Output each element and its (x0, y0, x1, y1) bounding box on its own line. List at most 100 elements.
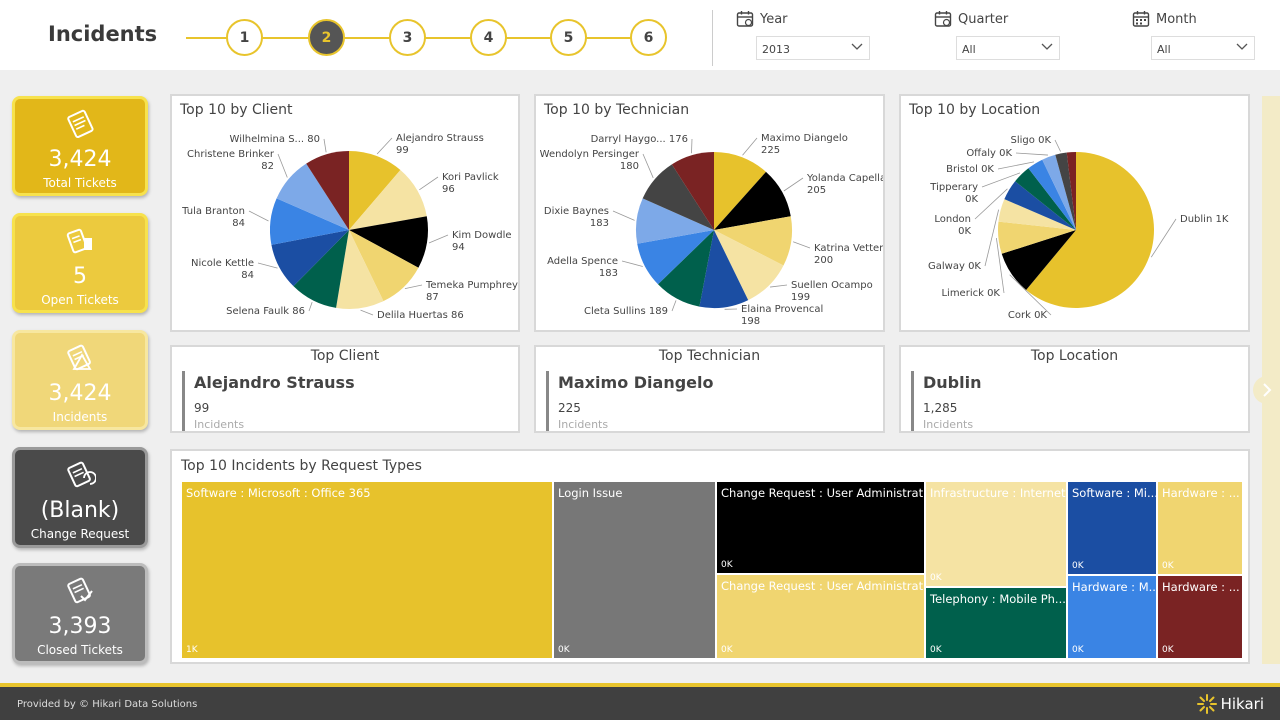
treemap-tile[interactable]: Hardware : ... 0K (1157, 575, 1243, 659)
page-title: Incidents (48, 22, 158, 46)
step-2-button[interactable]: 2 (308, 19, 345, 56)
pie-data-label: Tula Branton 84 (181, 206, 245, 229)
total-tickets-card[interactable]: 3,424 Total Tickets (12, 96, 148, 196)
leader-line (1150, 218, 1177, 258)
pie-data-label: Alejandro Strauss 99 (396, 133, 484, 156)
step-4-button[interactable]: 4 (470, 19, 507, 56)
open-tickets-value: 5 (73, 264, 87, 289)
treemap-tile-label: Software : Mi... (1072, 486, 1157, 500)
treemap-tile[interactable]: Hardware : ... 0K (1157, 481, 1243, 575)
accent-bar (911, 371, 914, 431)
next-page-button[interactable] (1253, 376, 1280, 404)
pie-data-label: Katrina Vetter 200 (814, 243, 883, 266)
pie-data-label: Offaly 0K (966, 148, 1012, 159)
step-1-button[interactable]: 1 (226, 19, 263, 56)
leader-line (984, 209, 1000, 267)
year-value: 2013 (762, 43, 790, 56)
pie-data-label: Christene Brinker 82 (187, 149, 275, 172)
treemap-tile[interactable]: Software : Mi... 0K (1067, 481, 1157, 575)
pie-data-label: Wilhelmina S... 80 (230, 134, 320, 145)
treemap-tile[interactable]: Hardware : M... 0K (1067, 575, 1157, 659)
treemap-tile[interactable]: Change Request : User Administrati... 0K (716, 574, 925, 659)
change-request-card[interactable]: (Blank) Change Request (12, 447, 148, 548)
month-dropdown[interactable]: All (1151, 36, 1255, 60)
brand-logo: Hikari (1196, 694, 1264, 714)
treemap-tile-label: Login Issue (558, 486, 623, 500)
calendar-icon (736, 11, 754, 27)
pie-data-label: Tipperary 0K (929, 182, 978, 205)
top-location-value: 1,285 (923, 401, 958, 415)
footer-credit: Provided by © Hikari Data Solutions (17, 699, 198, 710)
treemap-tile[interactable]: Software : Microsoft : Office 365 1K (181, 481, 553, 659)
year-filter: Year 2013 (736, 8, 870, 60)
month-label: Month (1156, 11, 1197, 27)
treemap-tile-value: 0K (721, 645, 733, 655)
treemap-tile-value: 0K (1162, 561, 1174, 571)
chevron-down-icon (1041, 43, 1053, 50)
closed-tickets-card[interactable]: 3,393 Closed Tickets (12, 563, 148, 664)
top-technician-heading: Top Technician (658, 348, 761, 364)
treemap-tile-value: 0K (721, 560, 733, 570)
pie-data-label: Galway 0K (928, 261, 981, 272)
top-technician-card: Top Technician Maximo Diangelo 225 Incid… (534, 345, 885, 433)
leader-line (248, 210, 269, 222)
treemap-tile[interactable]: Change Request : User Administrati... 0K (716, 481, 925, 574)
open-tickets-card[interactable]: 5 Open Tickets (12, 213, 148, 313)
treemap-tile-value: 0K (930, 645, 942, 655)
treemap-tile-label: Hardware : ... (1162, 486, 1240, 500)
pie-data-label: Darryl Haygo... 176 (591, 134, 688, 145)
pie-data-label: Maximo Diangelo 225 (761, 133, 848, 156)
accent-bar (546, 371, 549, 431)
ticket-icon (67, 109, 94, 139)
pie-data-label: Selena Faulk 86 (226, 306, 305, 317)
leader-line (308, 301, 313, 312)
calendar-icon (934, 11, 952, 27)
treemap-tile[interactable]: Login Issue 0K (553, 481, 716, 659)
pie-data-label: Wendolyn Persinger 180 (540, 149, 640, 172)
pie-data-label: Limerick 0K (941, 288, 1000, 299)
pie-data-label: Kim Dowdle 94 (452, 230, 512, 253)
leader-line (360, 309, 374, 316)
quarter-label: Quarter (958, 11, 1009, 27)
step-6-button[interactable]: 6 (630, 19, 667, 56)
sunburst-icon (1196, 694, 1217, 714)
location-pie-chart: Dublin 1K Cork 0K Limerick 0K Galway 0K Lond… (928, 135, 1229, 321)
treemap-tile[interactable]: Infrastructure : Internet... 0K (925, 481, 1067, 587)
top-location-sub: Incidents (923, 418, 974, 431)
leader-line (419, 176, 439, 191)
top-client-name: Alejandro Strauss (194, 373, 355, 392)
treemap-tile-value: 0K (558, 645, 570, 655)
treemap-tile-label: Change Request : User Administrati... (721, 486, 925, 500)
treemap-tile-label: Telephony : Mobile Ph... (930, 592, 1066, 606)
closed-tickets-value: 3,393 (48, 614, 112, 639)
treemap-tile[interactable]: Telephony : Mobile Ph... 0K (925, 587, 1067, 659)
chevron-down-icon (851, 43, 863, 50)
client-pie-chart: Alejandro Strauss 99 Kori Pavlick 96 Kim Dow… (181, 133, 518, 321)
step-5-button[interactable]: 5 (550, 19, 587, 56)
incidents-card[interactable]: 3,424 Incidents (12, 330, 148, 430)
leader-line (323, 138, 327, 153)
treemap-tile-value: 0K (1072, 645, 1084, 655)
pie-data-label: Adella Spence 183 (547, 256, 618, 279)
treemap-panel: Top 10 Incidents by Request Types Softwa… (170, 449, 1250, 664)
leader-line (691, 138, 693, 154)
leader-line (783, 177, 804, 192)
month-value: All (1157, 43, 1171, 56)
technician-pie-panel: Top 10 by Technician Maximo Diangelo 225 Y… (534, 94, 885, 332)
step-3-button[interactable]: 3 (389, 19, 426, 56)
treemap-tile-label: Infrastructure : Internet... (930, 486, 1067, 500)
treemap-tile-value: 1K (186, 645, 198, 655)
change-request-value: (Blank) (40, 498, 120, 523)
treemap-tile-value: 0K (1162, 645, 1174, 655)
quarter-dropdown[interactable]: All (956, 36, 1060, 60)
year-dropdown[interactable]: 2013 (756, 36, 870, 60)
chevron-down-icon (1236, 43, 1248, 50)
open-ticket-icon (66, 228, 92, 254)
pie-data-label: Elaina Provencal 198 (741, 304, 823, 327)
top-client-heading: Top Client (310, 348, 380, 364)
leader-line (428, 234, 449, 244)
top-technician-name: Maximo Diangelo (558, 373, 714, 392)
header-bar: Incidents 1 2 3 4 5 6 Year 2013 Quarter … (0, 0, 1280, 70)
closed-ticket-icon (67, 577, 93, 604)
leader-line (1015, 152, 1048, 156)
